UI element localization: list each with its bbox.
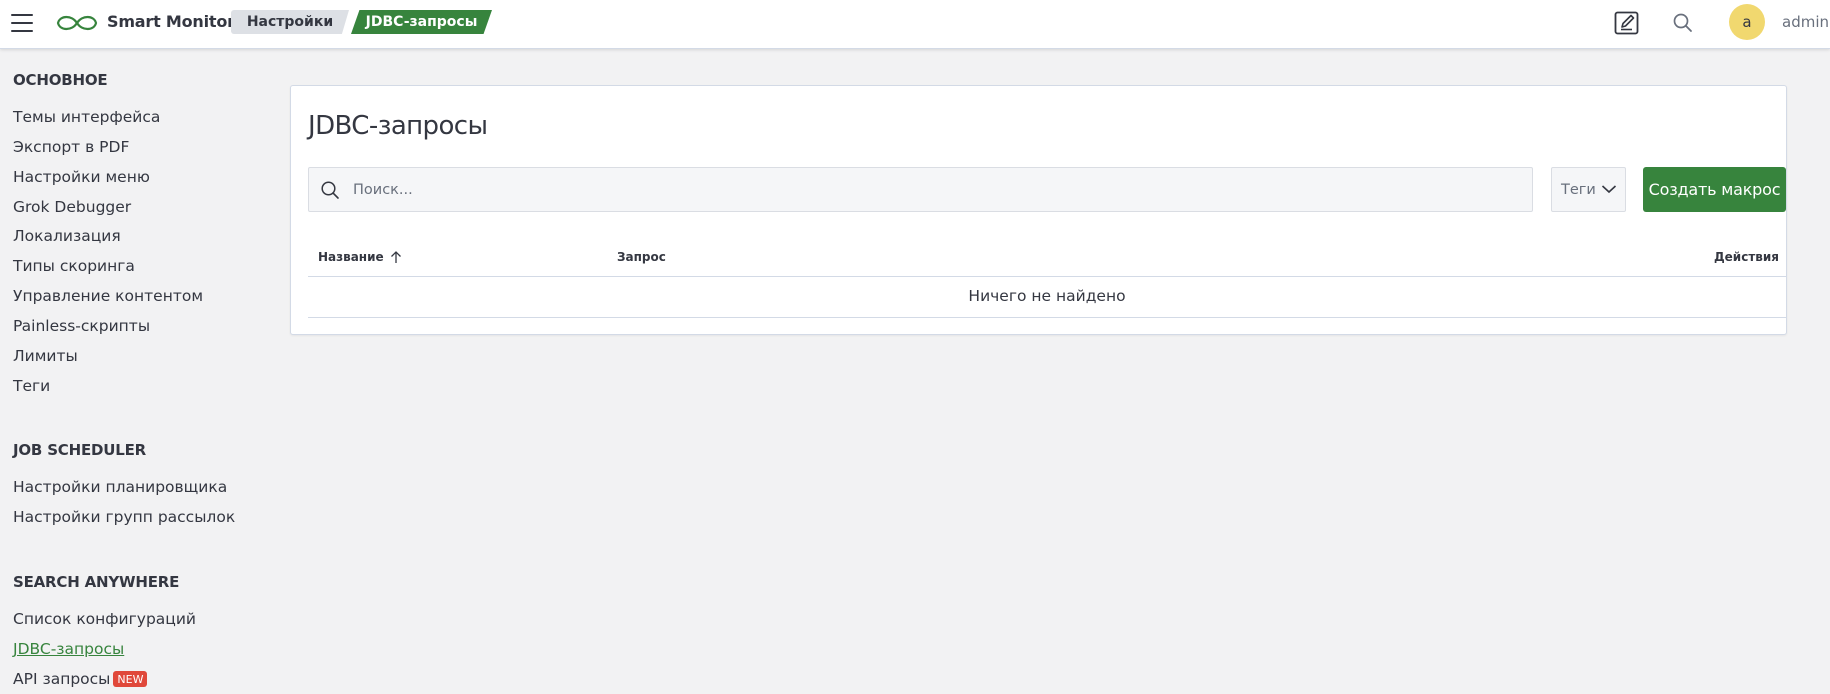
sidebar-item-api-queries[interactable]: API запросы NEW — [13, 670, 148, 688]
search-icon[interactable] — [1670, 10, 1696, 36]
tags-filter-button[interactable]: Теги — [1551, 167, 1626, 212]
menu-icon[interactable] — [11, 14, 33, 32]
sidebar-item-limits[interactable]: Лимиты — [13, 347, 78, 365]
sidebar-item-grok-debugger[interactable]: Grok Debugger — [13, 198, 131, 216]
sidebar-item-config-list[interactable]: Список конфигураций — [13, 610, 196, 628]
sidebar-section-title-job-scheduler: JOB SCHEDULER — [13, 441, 146, 459]
sidebar-section-title-main: ОСНОВНОЕ — [13, 71, 108, 89]
sidebar-item-tags[interactable]: Теги — [13, 377, 50, 395]
sidebar-item-menu-settings[interactable]: Настройки меню — [13, 168, 150, 186]
sidebar-item-scoring-types[interactable]: Типы скоринга — [13, 257, 135, 275]
tags-filter-label: Теги — [1561, 181, 1596, 198]
infinity-logo-icon[interactable] — [54, 12, 100, 34]
top-header: Smart Monitor Настройки JDBC-запросы a a… — [0, 0, 1830, 49]
sidebar-item-scheduler-settings[interactable]: Настройки планировщика — [13, 478, 227, 496]
brand-name[interactable]: Smart Monitor — [107, 12, 235, 31]
create-macro-button[interactable]: Создать макрос — [1643, 167, 1786, 212]
column-header-query[interactable]: Запрос — [617, 250, 666, 264]
sidebar-item-mailing-groups[interactable]: Настройки групп рассылок — [13, 508, 235, 526]
breadcrumb-jdbc-queries: JDBC-запросы — [351, 10, 492, 34]
empty-table-message: Ничего не найдено — [968, 287, 1126, 305]
sidebar-item-api-queries-label: API запросы — [13, 670, 111, 688]
search-icon — [321, 181, 339, 199]
sidebar-item-jdbc-queries[interactable]: JDBC-запросы — [13, 640, 124, 658]
sidebar-item-pdf-export[interactable]: Экспорт в PDF — [13, 138, 129, 156]
sidebar-item-themes[interactable]: Темы интерфейса — [13, 108, 160, 126]
username[interactable]: admin — [1782, 13, 1829, 31]
breadcrumb-settings[interactable]: Настройки — [231, 10, 349, 34]
edit-icon[interactable] — [1614, 10, 1640, 36]
column-header-actions: Действия — [1713, 250, 1779, 264]
page-title: JDBC-запросы — [308, 111, 488, 141]
new-badge: NEW — [113, 671, 148, 687]
table-bottom-divider — [308, 317, 1786, 318]
sidebar-item-content-mgmt[interactable]: Управление контентом — [13, 287, 203, 305]
search-field[interactable] — [308, 167, 1533, 212]
sort-ascending-icon — [390, 251, 401, 263]
column-header-name[interactable]: Название — [318, 250, 402, 264]
avatar[interactable]: a — [1729, 4, 1765, 40]
jdbc-queries-panel: JDBC-запросы Теги Создать макрос Названи… — [290, 85, 1787, 335]
sidebar-item-localization[interactable]: Локализация — [13, 227, 121, 245]
chevron-down-icon — [1601, 185, 1617, 194]
table-header-divider — [308, 276, 1786, 277]
sidebar-item-painless-scripts[interactable]: Painless-скрипты — [13, 317, 150, 335]
column-header-name-label: Название — [318, 250, 384, 264]
search-input[interactable] — [353, 168, 1523, 211]
sidebar-section-title-search-anywhere: SEARCH ANYWHERE — [13, 573, 180, 591]
